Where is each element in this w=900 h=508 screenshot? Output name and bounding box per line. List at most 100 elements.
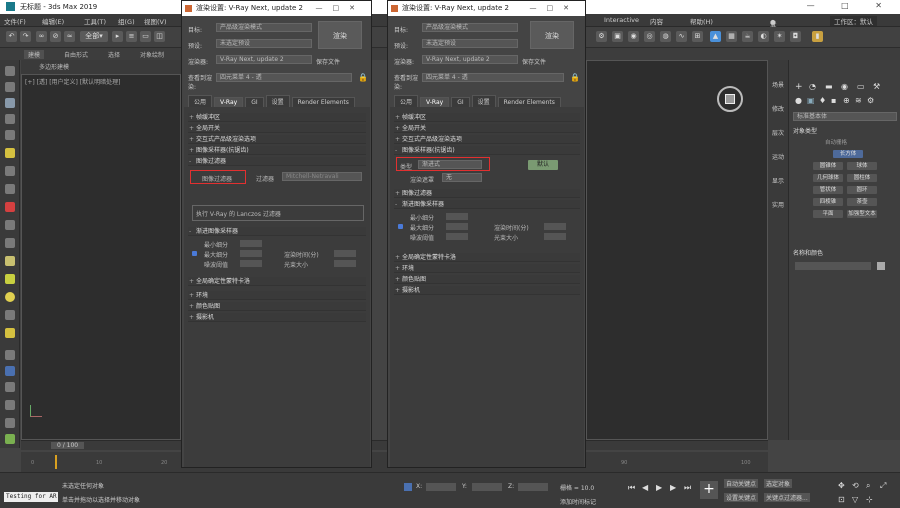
curve-editor-icon[interactable]: ∿ [676,31,687,42]
lock-icon[interactable]: 🔒 [570,73,580,82]
render-time-field[interactable] [544,223,566,230]
selected-dropdown[interactable]: 选定对象 [764,479,793,488]
rollout-name-color[interactable]: 名称和颜色 [793,248,897,258]
vray-vfb-icon[interactable]: ▦ [726,31,737,42]
section-global-switches[interactable]: 全局开关 [394,124,580,133]
vray-object-icon[interactable] [5,202,15,212]
create-tab-icon[interactable]: + [795,82,803,92]
render-mask-dropdown[interactable]: 无 [442,173,482,182]
section-ipr-options[interactable]: 交互式产品级渲染选项 [394,135,580,144]
save-file-checkbox[interactable]: 保存文件 [316,57,340,66]
sun-icon[interactable] [5,310,15,320]
noise-limit-field[interactable] [240,260,262,267]
sphere-button[interactable]: 球体 [847,162,877,170]
pyramid-button[interactable]: 四棱锥 [813,198,843,206]
section-frame-buffer[interactable]: 帧缓冲区 [188,113,366,122]
create-icon[interactable] [5,66,15,76]
select-by-name-icon[interactable]: ≡ [126,31,137,42]
menu-file[interactable]: 文件(F) [4,16,26,26]
vray-camera-icon[interactable]: ◘ [790,31,801,42]
helper-icon[interactable] [5,184,15,194]
redo-icon[interactable]: ↷ [20,31,31,42]
section-color-mapping[interactable]: 颜色贴图 [188,302,366,311]
section-image-filter[interactable]: 图像过滤器 [394,189,580,198]
lights-icon[interactable]: ♦ [819,96,826,105]
ribbon-tab-modeling[interactable]: 建模 [24,50,45,59]
workspace-select[interactable]: 工作区：默认 [830,16,877,26]
shape-icon[interactable] [5,220,15,230]
layer-icon[interactable] [5,114,15,124]
autogrid-checkbox[interactable]: 自动栅格 [825,138,847,146]
menu-views[interactable]: 视图(V) [144,16,167,26]
key-filters-button[interactable]: 关键点过滤器... [764,493,810,502]
side-tab-modify[interactable]: 修改 [771,106,785,113]
tube-button[interactable]: 管状体 [813,186,843,194]
set-key-button[interactable]: 设置关键点 [724,493,759,502]
target-dropdown[interactable]: 产品级渲染模式 [216,23,312,32]
orbit-icon[interactable]: ⟲ [852,481,859,490]
side-tab-display[interactable]: 显示 [771,178,785,185]
select-icon[interactable] [5,98,15,108]
teapot-render-icon[interactable]: ☕ [742,31,753,42]
menu-help[interactable]: 帮助(H) [690,16,713,26]
section-frame-buffer[interactable]: 帧缓冲区 [394,113,580,122]
set-key-icon[interactable]: + [700,481,718,499]
grid-icon[interactable] [5,366,15,376]
section-dmc[interactable]: 全局确定性蒙特卡洛 [188,277,366,286]
zoom-icon[interactable]: ⌕ [866,481,870,491]
max-subdiv-field[interactable] [446,223,468,230]
torus-button[interactable]: 圆环 [847,186,877,194]
modify-icon[interactable] [5,82,15,92]
pan-icon[interactable]: ✥ [838,481,845,490]
object-color-swatch[interactable] [877,262,885,270]
material-editor-icon[interactable]: ◍ [660,31,671,42]
geosphere-button[interactable]: 几何球体 [813,174,843,182]
section-global-switches[interactable]: 全局开关 [188,124,366,133]
tree-icon[interactable] [5,434,15,444]
side-tab-scene[interactable]: 场景 [771,82,785,89]
preset-dropdown[interactable]: 未选定预设 [216,39,312,48]
renderer-dropdown[interactable]: V-Ray Next, update 2 [216,55,312,64]
section-image-sampler[interactable]: 图像采样器(抗锯齿) [394,146,580,155]
max-subdiv-field[interactable] [240,250,262,257]
undo-icon[interactable]: ↶ [6,31,17,42]
viewport-right[interactable] [586,60,768,440]
menu-edit[interactable]: 编辑(E) [42,16,64,26]
section-camera[interactable]: 摄影机 [394,286,580,295]
modify-tab-icon[interactable]: ◔ [809,82,816,91]
bulb-icon[interactable] [5,256,15,266]
fov-icon[interactable]: ▽ [852,495,858,504]
selection-filter-dropdown[interactable]: 全部▾ [80,31,108,42]
sphere-icon[interactable] [5,292,15,302]
geometry-icon[interactable]: ● [795,96,802,105]
system-icon[interactable] [5,238,15,248]
side-tab-hierarchy[interactable]: 层次 [771,130,785,137]
section-color-mapping[interactable]: 颜色贴图 [394,275,580,284]
cylinder-button[interactable]: 圆柱体 [847,174,877,182]
menu-group[interactable]: 组(G) [118,16,135,26]
vray-ipr-icon[interactable]: ◐ [758,31,769,42]
rollout-object-type[interactable]: 对象类型 [793,126,897,136]
side-tab-motion[interactable]: 运动 [771,154,785,161]
ray-bundle-field[interactable] [334,260,356,267]
lock-selection-icon[interactable] [404,483,412,491]
coord-x-field[interactable] [426,483,456,491]
hierarchy-tab-icon[interactable]: ▬ [825,82,833,91]
add-time-tag[interactable]: 添加时间标记 [560,497,596,506]
section-camera[interactable]: 摄影机 [188,313,366,322]
dialog-left-controls[interactable]: —□✕ [316,1,365,16]
coord-y-field[interactable] [472,483,502,491]
preset-dropdown[interactable]: 未选定预设 [422,39,518,48]
goto-start-icon[interactable]: ⏮ [628,483,635,493]
viewport-label[interactable]: [+] [透] [用户定义] [默认明暗处理] [25,77,120,86]
window-controls[interactable]: — □ ✕ [807,1,894,10]
view-dropdown[interactable]: 四元菜单 4 - 透 [422,73,564,82]
section-progressive-sampler[interactable]: 渐进图像采样器 [188,227,366,236]
activeshade-icon[interactable]: ◎ [644,31,655,42]
render-button[interactable]: 渲染 [530,21,574,49]
camera-icon[interactable] [5,166,15,176]
auto-key-button[interactable]: 自动关键点 [724,479,759,488]
time-slider-frame[interactable]: 0 / 100 [51,442,85,449]
play-icon[interactable]: ▶ [656,483,662,492]
tape-icon[interactable] [5,382,15,392]
